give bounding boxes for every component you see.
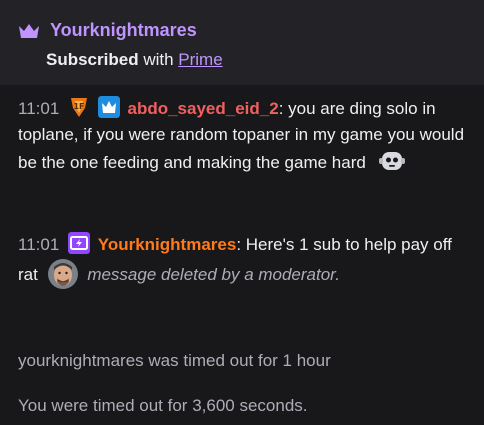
sub-gifter-badge-icon[interactable] — [68, 232, 91, 254]
team-badge-icon[interactable]: 1F — [68, 96, 90, 118]
robot-emote-icon[interactable] — [378, 148, 405, 174]
face-emote-icon[interactable] — [47, 258, 79, 290]
sub-details: Subscribed with Prime — [46, 50, 223, 70]
subscribed-label: Subscribed — [46, 50, 139, 69]
timestamp: 11:01 — [18, 99, 60, 118]
deleted-message-notice[interactable]: message deleted by a moderator. — [87, 265, 340, 284]
svg-text:1F: 1F — [74, 102, 85, 111]
timestamp: 11:01 — [18, 235, 60, 254]
with-label: with — [138, 50, 179, 69]
prime-crown-badge-icon[interactable] — [97, 96, 120, 118]
chat-message: 11:01 1F abdo_sayed_eid_2: you are ding … — [18, 96, 468, 176]
self-timeout-notice: You were timed out for 3,600 seconds. — [18, 396, 308, 415]
chat-message: 11:01 Yourknightmares: Here's 1 sub to h… — [18, 232, 468, 290]
chat-username[interactable]: Yourknightmares — [98, 235, 237, 254]
chat-username[interactable]: abdo_sayed_eid_2 — [127, 99, 278, 118]
crown-icon — [19, 23, 39, 38]
prime-link[interactable]: Prime — [178, 50, 222, 69]
timeout-notice: yourknightmares was timed out for 1 hour — [18, 351, 331, 370]
subscription-notice: Yourknightmares Subscribed with Prime — [0, 0, 484, 85]
sub-username[interactable]: Yourknightmares — [50, 20, 197, 41]
sub-header: Yourknightmares — [18, 20, 197, 41]
